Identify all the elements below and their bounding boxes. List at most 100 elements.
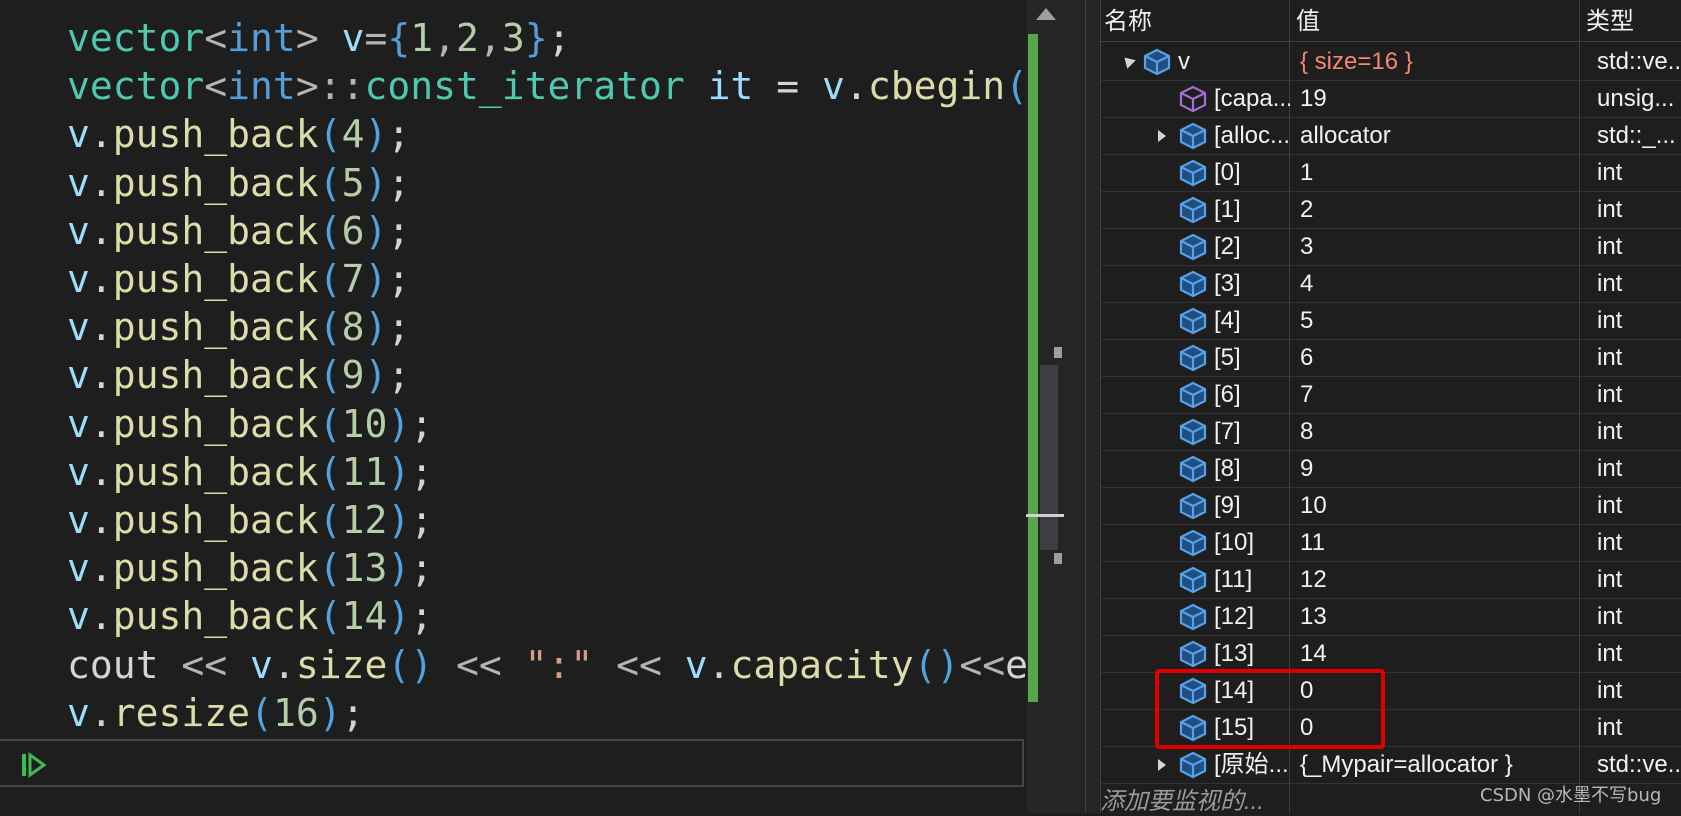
watch-value-cell[interactable]: 2 xyxy=(1300,191,1578,228)
code-token: ( xyxy=(318,594,342,639)
scroll-up-arrow-icon[interactable] xyxy=(1036,8,1056,20)
watch-value-cell[interactable]: 13 xyxy=(1300,598,1578,635)
code-token: 13 xyxy=(341,546,388,591)
watch-value-cell[interactable]: 1 xyxy=(1300,154,1578,191)
watch-row[interactable]: [12] 13 int xyxy=(1100,598,1681,636)
watch-value-cell[interactable]: 12 xyxy=(1300,561,1578,598)
watch-row[interactable]: [2] 3 int xyxy=(1100,228,1681,266)
object-icon xyxy=(1179,566,1207,594)
watch-value-cell[interactable]: 14 xyxy=(1300,635,1578,672)
watch-row[interactable]: [1] 2 int xyxy=(1100,191,1681,229)
code-line[interactable]: v.push_back(6); xyxy=(67,205,410,257)
code-token: . xyxy=(89,112,113,157)
code-line[interactable]: v.push_back(4); xyxy=(67,108,410,160)
code-token: ( xyxy=(318,401,342,446)
code-token: ( xyxy=(1005,64,1027,109)
code-token: , xyxy=(478,16,502,60)
expand-triangle-icon[interactable] xyxy=(1158,759,1166,771)
current-line-highlight xyxy=(0,739,1024,787)
code-line[interactable]: v.resize(16); xyxy=(67,687,365,739)
code-token: push_back xyxy=(112,449,319,494)
watch-value-cell[interactable]: 9 xyxy=(1300,450,1578,487)
code-line[interactable]: v.push_back(5); xyxy=(67,157,410,209)
code-token: ; xyxy=(387,160,411,205)
code-token: , xyxy=(433,16,457,60)
watch-value-cell[interactable]: 6 xyxy=(1300,339,1578,376)
code-token: . xyxy=(89,594,113,639)
watch-name-cell: [12] xyxy=(1214,603,1255,630)
expand-triangle-icon[interactable] xyxy=(1158,130,1166,142)
code-token: push_back xyxy=(112,160,319,205)
column-header-type[interactable]: 类型 xyxy=(1586,0,1634,42)
watch-row[interactable]: [原始... {_Mypair=allocator } std::ve... xyxy=(1100,746,1681,784)
code-token: >:: xyxy=(295,64,365,109)
watch-row[interactable]: [10] 11 int xyxy=(1100,524,1681,562)
watch-value-cell[interactable]: allocator xyxy=(1300,117,1578,154)
column-header-name[interactable]: 名称 xyxy=(1104,0,1152,42)
watch-row[interactable]: [5] 6 int xyxy=(1100,339,1681,377)
watch-row[interactable]: v { size=16 } std::ve... xyxy=(1100,43,1681,81)
watch-value-cell[interactable]: 10 xyxy=(1300,487,1578,524)
watch-row[interactable]: [7] 8 int xyxy=(1100,413,1681,451)
code-editor[interactable]: vector<int> v={1,2,3}; vector<int>::const… xyxy=(0,0,1027,813)
object-icon xyxy=(1179,603,1207,631)
watch-row[interactable]: [13] 14 int xyxy=(1100,635,1681,673)
watch-value-cell[interactable]: {_Mypair=allocator } xyxy=(1300,746,1578,783)
code-token: . xyxy=(89,449,113,494)
watch-value-cell[interactable]: 11 xyxy=(1300,524,1578,561)
code-token: ; xyxy=(410,498,434,542)
watch-type-cell: int xyxy=(1597,529,1623,556)
watch-row[interactable]: [9] 10 int xyxy=(1100,487,1681,525)
code-line[interactable]: v.push_back(7); xyxy=(67,253,410,305)
code-token: resize xyxy=(112,690,251,735)
watch-row[interactable]: [6] 7 int xyxy=(1100,376,1681,414)
watch-value-cell[interactable]: 4 xyxy=(1300,265,1578,302)
watch-value-cell[interactable]: 19 xyxy=(1300,80,1578,117)
code-token: int xyxy=(227,64,296,109)
column-header-value[interactable]: 值 xyxy=(1296,0,1320,42)
code-line[interactable]: v.push_back(13); xyxy=(67,542,433,594)
code-token: . xyxy=(89,305,113,350)
watch-name-cell: v xyxy=(1178,48,1190,75)
code-line[interactable]: vector<int>::const_iterator it = v.cbegi… xyxy=(67,60,1027,112)
add-watch-input[interactable]: 添加要监视的... xyxy=(1100,781,1264,816)
object-icon xyxy=(1179,751,1207,779)
object-icon xyxy=(1179,529,1207,557)
code-line[interactable]: v.push_back(10); xyxy=(67,398,433,450)
watch-row[interactable]: [4] 5 int xyxy=(1100,302,1681,340)
execution-pointer-icon xyxy=(22,752,47,778)
code-token: { xyxy=(387,16,411,60)
code-line[interactable]: v.push_back(11); xyxy=(67,446,433,498)
watch-value-cell[interactable]: { size=16 } xyxy=(1300,43,1578,80)
scrollbar-thumb[interactable] xyxy=(1040,365,1058,550)
code-line[interactable]: cout << v.size() << ":" << v.capacity()<… xyxy=(67,639,1027,691)
code-line[interactable]: v.push_back(12); xyxy=(67,494,433,546)
object-icon xyxy=(1179,640,1207,668)
code-line[interactable]: v.push_back(14); xyxy=(67,590,433,642)
watch-type-cell: int xyxy=(1597,492,1623,519)
watch-value-cell[interactable]: 7 xyxy=(1300,376,1578,413)
code-token: () xyxy=(913,642,960,687)
watch-type-cell: std::ve... xyxy=(1597,751,1681,778)
header-divider xyxy=(1100,41,1681,42)
watch-row[interactable]: [3] 4 int xyxy=(1100,265,1681,303)
watch-value-cell[interactable]: 5 xyxy=(1300,302,1578,339)
watch-row[interactable]: [8] 9 int xyxy=(1100,450,1681,488)
code-line[interactable]: v.push_back(8); xyxy=(67,301,410,353)
collapse-triangle-icon[interactable] xyxy=(1120,53,1136,69)
code-token: v xyxy=(67,160,90,205)
watch-row[interactable]: [alloc... allocator std::_... xyxy=(1100,117,1681,155)
code-token: v xyxy=(67,449,90,494)
watch-row[interactable]: [0] 1 int xyxy=(1100,154,1681,192)
code-token: push_back xyxy=(112,401,319,446)
watch-value-cell[interactable]: 8 xyxy=(1300,413,1578,450)
watch-value-cell[interactable]: 3 xyxy=(1300,228,1578,265)
watch-row[interactable]: [11] 12 int xyxy=(1100,561,1681,599)
code-token: ( xyxy=(318,546,342,591)
code-token: 5 xyxy=(341,160,365,205)
code-line[interactable]: v.push_back(9); xyxy=(67,349,410,401)
watch-row[interactable]: [capa... 19 unsig... xyxy=(1100,80,1681,118)
watch-name-cell: [11] xyxy=(1214,566,1253,593)
code-line[interactable]: vector<int> v={1,2,3}; xyxy=(67,12,570,64)
